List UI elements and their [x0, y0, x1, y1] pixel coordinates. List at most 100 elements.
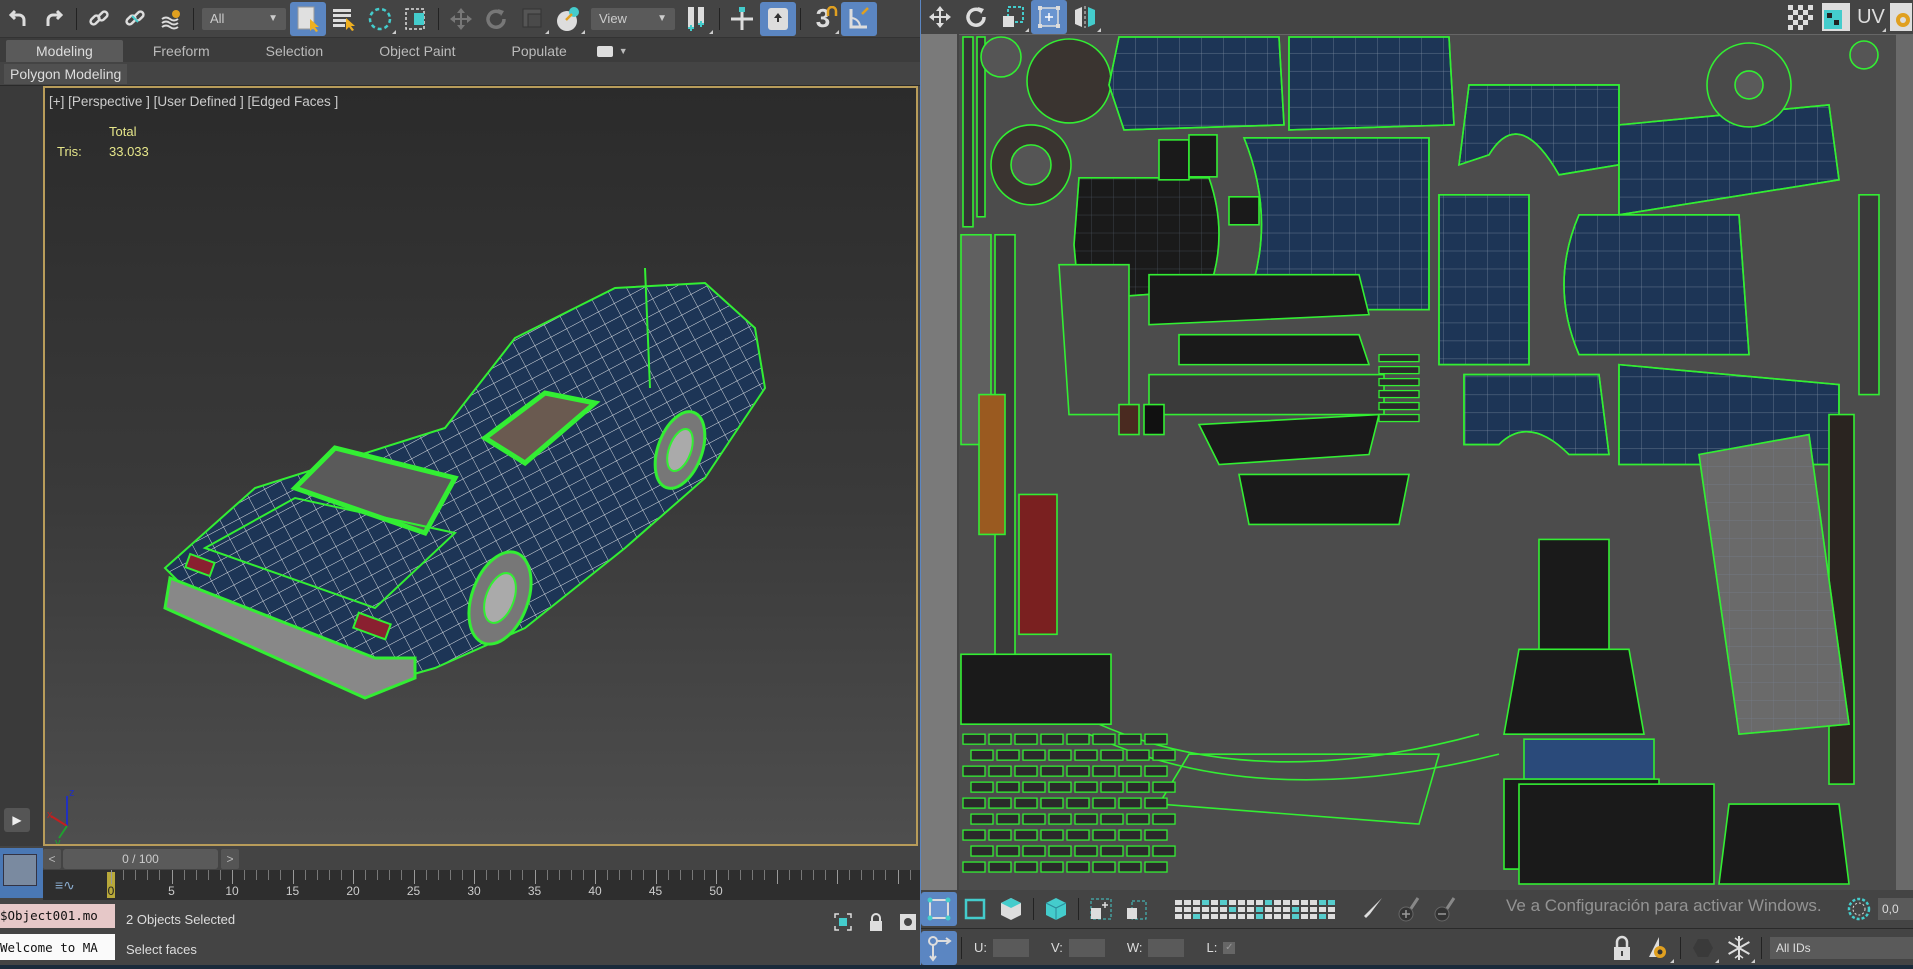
paint-select-button[interactable]: [1355, 892, 1391, 926]
uv-channel-button[interactable]: UV: [1854, 0, 1888, 34]
lock-selection-button[interactable]: [1604, 931, 1640, 965]
scale-button[interactable]: [515, 2, 551, 36]
loop-ring-cell: [1238, 906, 1245, 912]
w-value-field[interactable]: [1148, 938, 1185, 957]
toolbar-separator: [438, 7, 439, 30]
keyboard-shortcut-toggle[interactable]: [760, 1, 796, 36]
axis-gizmo: z x y: [47, 787, 75, 844]
material-ids-dropdown[interactable]: All IDs: [1770, 936, 1913, 959]
uv-mirror-button[interactable]: [1067, 0, 1103, 34]
selection-filter-dropdown[interactable]: All ▼: [202, 7, 286, 30]
rotate-icon: [966, 7, 986, 27]
polygon-modeling-panel[interactable]: Polygon Modeling: [4, 64, 128, 84]
uv-scale-button[interactable]: [995, 0, 1031, 34]
absolute-mode-toggle[interactable]: [898, 912, 918, 932]
ribbon-options-icon: [596, 45, 613, 57]
timeline-tick: [716, 870, 717, 884]
v-value-field[interactable]: [1068, 938, 1105, 957]
l-checkbox[interactable]: ✓: [1223, 941, 1236, 954]
pivot-center-button[interactable]: [679, 2, 715, 36]
select-object-button[interactable]: [290, 1, 326, 36]
window-crossing-button[interactable]: [398, 2, 434, 36]
link-button[interactable]: [81, 2, 117, 36]
uv-layout-canvas[interactable]: [959, 34, 1896, 890]
hide-show-button[interactable]: [1640, 931, 1676, 965]
u-value-field[interactable]: [993, 938, 1029, 957]
time-slider-thumb[interactable]: 0 / 100: [63, 849, 218, 869]
uv-settings-button[interactable]: [1888, 0, 1913, 34]
uv-scrollbar[interactable]: [1896, 34, 1913, 890]
paint-shrink-button[interactable]: [1427, 892, 1463, 926]
soft-selection-value-field[interactable]: 0,0: [1878, 898, 1913, 920]
selection-lock-toggle[interactable]: [866, 912, 886, 932]
vertex-mode-button[interactable]: [921, 892, 957, 926]
tab-populate[interactable]: Populate: [511, 40, 596, 62]
timeline-tick: [183, 870, 185, 880]
manipulate-button[interactable]: [724, 2, 760, 36]
redo-button[interactable]: [36, 2, 72, 36]
viewport-label-menu[interactable]: [+] [Perspective ] [User Defined ] [Edge…: [49, 94, 338, 109]
isolate-selection-button[interactable]: [833, 912, 853, 932]
checker-pattern-button[interactable]: [1782, 0, 1818, 34]
current-frame-label: 0: [107, 884, 115, 898]
timeline-tick: [728, 870, 730, 880]
timeline-tick: [776, 870, 778, 884]
lasso-selection-button[interactable]: [362, 2, 398, 36]
uv-shell: [1074, 749, 1098, 761]
next-frame-button[interactable]: >: [221, 849, 239, 869]
uv-shell: [1378, 377, 1420, 387]
grow-selection-button[interactable]: [1083, 892, 1119, 926]
tab-object-paint[interactable]: Object Paint: [379, 40, 511, 62]
uv-transform-toggle-icon: [928, 935, 952, 962]
tab-selection[interactable]: Selection: [240, 40, 380, 62]
select-by-name-button[interactable]: [326, 2, 362, 36]
timeline-tick: [873, 870, 875, 880]
loop-ring-cell: [1319, 913, 1326, 919]
viewport-layout-tab[interactable]: [0, 848, 43, 898]
uv-shell: [1022, 749, 1046, 761]
viewport-layout-toggle[interactable]: ▶: [4, 808, 30, 832]
uv-uvw-toggle-button[interactable]: [921, 930, 957, 965]
tab-modeling[interactable]: Modeling: [6, 40, 123, 62]
place-button[interactable]: [551, 2, 587, 36]
timeline-tick: [449, 870, 451, 880]
stats-tris-label: Tris:: [57, 144, 82, 159]
freeze-button[interactable]: [1721, 931, 1757, 965]
timeline-ruler[interactable]: ≡∿ 5 10 15 20 25 30 35 40 45 50 0: [43, 870, 920, 900]
element-mode-button[interactable]: [1038, 892, 1074, 926]
uv-move-button[interactable]: [921, 0, 959, 34]
soft-selection-button[interactable]: [1841, 892, 1877, 926]
rotate-button[interactable]: [479, 2, 515, 36]
bind-space-warp-button[interactable]: [153, 2, 189, 36]
polygon-mode-button[interactable]: [993, 892, 1029, 926]
texture-map-dropdown[interactable]: [1818, 0, 1854, 34]
time-slider[interactable]: < 0 / 100 >: [43, 848, 920, 870]
edge-mode-button[interactable]: [957, 892, 993, 926]
move-button[interactable]: [443, 2, 479, 36]
shrink-selection-button[interactable]: [1119, 892, 1155, 926]
angle-snap-toggle[interactable]: [841, 1, 877, 36]
loop-ring-cell: [1301, 913, 1308, 919]
curve-editor-icon[interactable]: ≡∿: [55, 877, 75, 894]
maxscript-listener-input[interactable]: Welcome to MA: [0, 934, 115, 960]
car-wireframe-model[interactable]: [145, 188, 918, 788]
ribbon-options-button[interactable]: ▼: [596, 40, 628, 62]
undo-button[interactable]: [0, 2, 36, 36]
uv-shell: [1126, 813, 1150, 825]
unlink-button[interactable]: [117, 2, 153, 36]
maxscript-listener-output[interactable]: $Object001.mo: [0, 904, 115, 928]
paint-grow-button[interactable]: [1391, 892, 1427, 926]
uv-rotate-button[interactable]: [959, 0, 995, 34]
prev-frame-button[interactable]: <: [43, 849, 61, 869]
taskbar-edge: [0, 965, 1913, 969]
reference-coordinate-dropdown[interactable]: View ▼: [591, 7, 675, 30]
loop-ring-selection-buttons[interactable]: [1155, 892, 1355, 926]
timeline-tick: [595, 870, 596, 884]
freeze-toggle-button[interactable]: [1685, 931, 1721, 965]
uv-freeform-mode-button[interactable]: [1031, 0, 1067, 34]
perspective-viewport[interactable]: [+] [Perspective ] [User Defined ] [Edge…: [43, 86, 918, 846]
loop-ring-cell: [1247, 906, 1254, 912]
snap-toggle[interactable]: 3: [805, 2, 841, 36]
tab-freeform[interactable]: Freeform: [123, 40, 240, 62]
loop-ring-cell: [1310, 899, 1317, 905]
